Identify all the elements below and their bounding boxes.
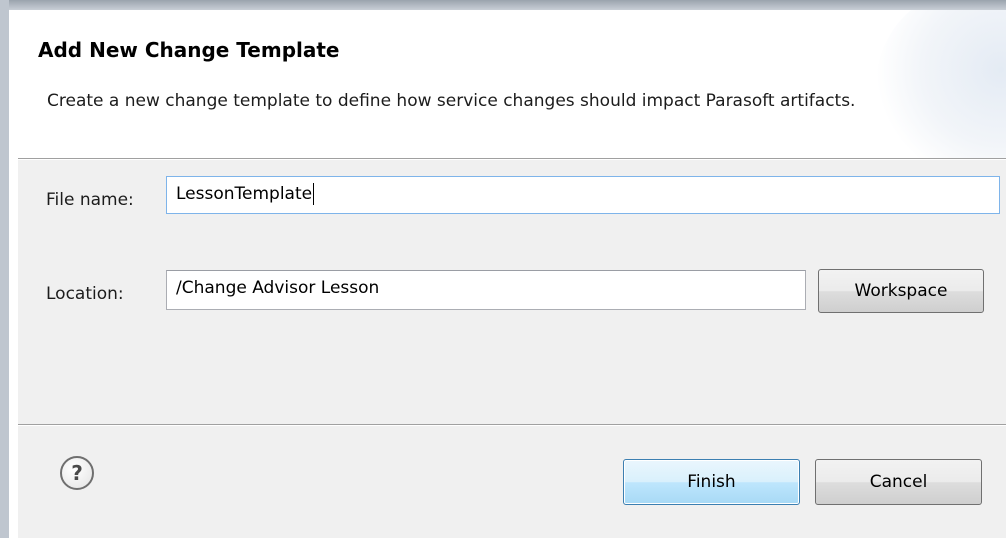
dialog-title: Add New Change Template: [38, 38, 340, 62]
window-top-edge: [9, 0, 1006, 10]
text-caret: [313, 183, 315, 205]
location-label: Location:: [46, 284, 124, 304]
file-name-input[interactable]: LessonTemplate: [166, 176, 1000, 214]
workspace-button[interactable]: Workspace: [818, 269, 984, 313]
location-input[interactable]: /Change Advisor Lesson: [166, 270, 806, 310]
dialog-description: Create a new change template to define h…: [47, 91, 856, 111]
footer-separator: [18, 424, 1006, 426]
dialog-header: Add New Change Template Create a new cha…: [18, 10, 1006, 158]
cancel-button[interactable]: Cancel: [815, 459, 982, 505]
help-icon[interactable]: ?: [60, 456, 94, 490]
add-change-template-dialog: Add New Change Template Create a new cha…: [0, 0, 1006, 538]
file-name-value: LessonTemplate: [176, 184, 313, 204]
header-decoration: [875, 10, 1006, 158]
file-name-label: File name:: [46, 190, 134, 210]
finish-button[interactable]: Finish: [623, 459, 800, 505]
